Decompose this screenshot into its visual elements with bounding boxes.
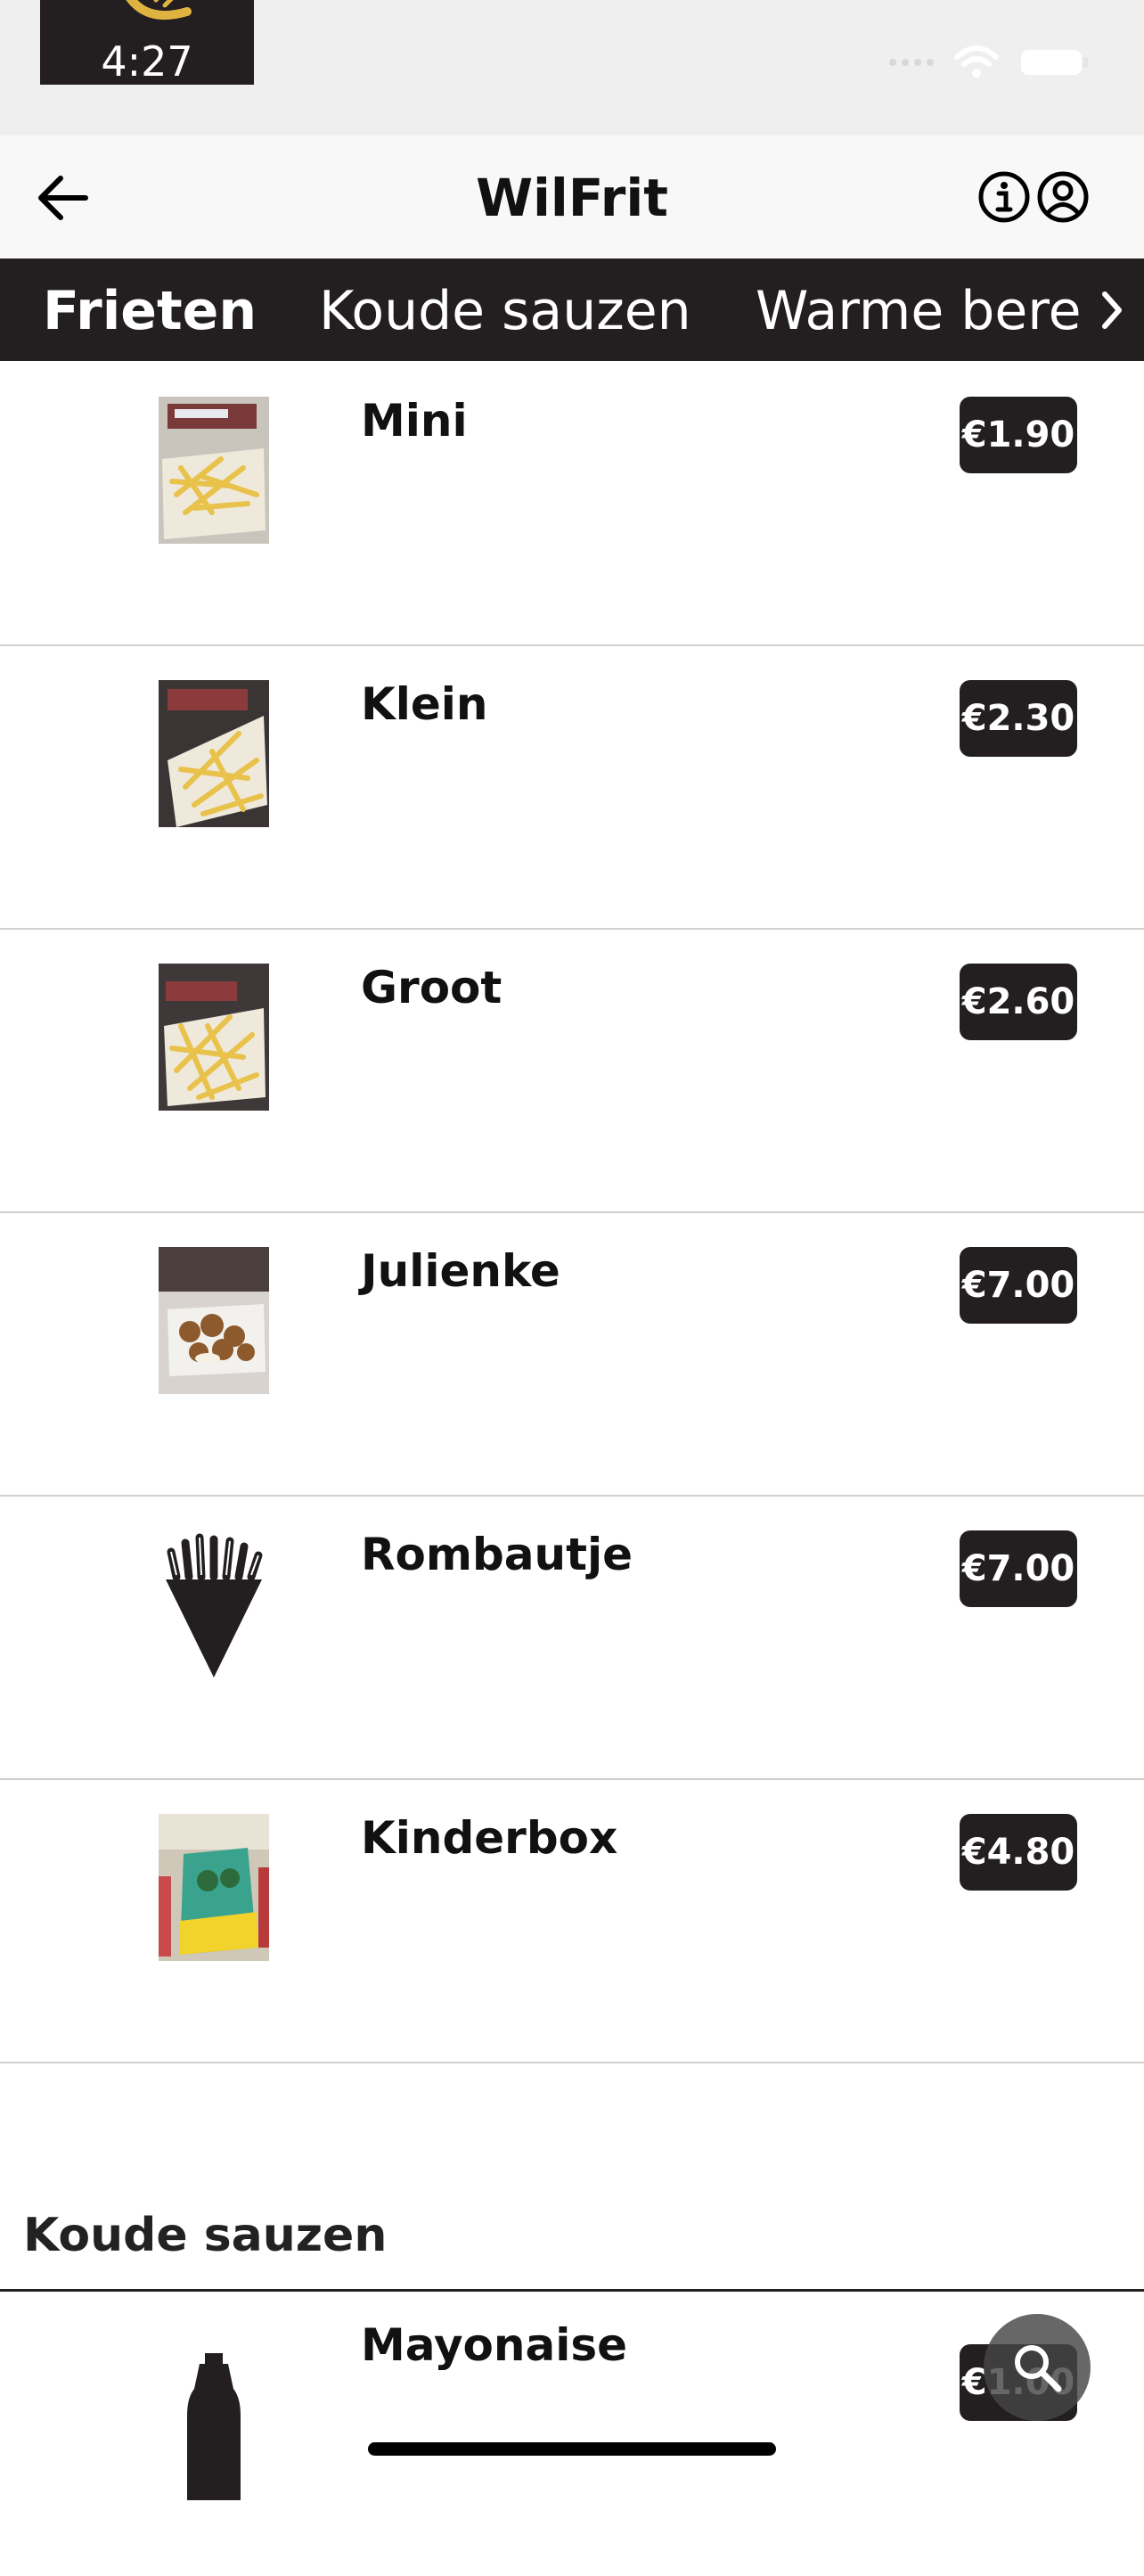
- price-badge[interactable]: €2.30: [960, 680, 1077, 757]
- home-indicator: [368, 2442, 776, 2456]
- product-image: [159, 397, 269, 544]
- brand-logo-icon: [126, 0, 192, 21]
- product-name: Kinderbox: [361, 1812, 618, 1864]
- product-row[interactable]: Klein €2.30: [0, 644, 1144, 930]
- app-header: WilFrit: [0, 135, 1144, 258]
- tab-koude-sauzen[interactable]: Koude sauzen: [319, 280, 691, 342]
- account-icon[interactable]: [1035, 169, 1091, 225]
- product-name: Mayonaise: [361, 2319, 628, 2371]
- price-badge[interactable]: €7.00: [960, 1530, 1077, 1607]
- fries-cone-icon: [159, 1530, 269, 1678]
- product-name: Julienke: [361, 1245, 560, 1297]
- product-row[interactable]: Groot €2.60: [0, 928, 1144, 1213]
- product-name: Groot: [361, 962, 503, 1013]
- product-name: Mini: [361, 395, 468, 447]
- page-title: WilFrit: [476, 168, 668, 228]
- product-image: [159, 1814, 269, 1961]
- product-name: Klein: [361, 678, 488, 730]
- signal-icon: [889, 59, 934, 66]
- wifi-icon: [954, 45, 999, 78]
- section-heading-koude-sauzen: Koude sauzen: [23, 2209, 388, 2262]
- info-icon[interactable]: [976, 169, 1032, 225]
- chevron-right-icon[interactable]: [1089, 282, 1135, 339]
- status-time: 4:27: [101, 37, 193, 85]
- price-badge[interactable]: €7.00: [960, 1247, 1077, 1324]
- price-badge[interactable]: €4.80: [960, 1814, 1077, 1891]
- product-row[interactable]: Kinderbox €4.80: [0, 1778, 1144, 2063]
- battery-icon: [1021, 50, 1088, 75]
- product-image: [159, 680, 269, 827]
- product-row[interactable]: Mini €1.90: [0, 361, 1144, 646]
- tab-warme-bere[interactable]: Warme bere: [756, 280, 1082, 342]
- price-badge[interactable]: €2.60: [960, 964, 1077, 1040]
- category-tab-bar: Frieten Koude sauzen Warme bere: [0, 258, 1144, 361]
- sauce-bottle-icon: [159, 2353, 269, 2500]
- product-image: [159, 964, 269, 1111]
- search-icon: [1015, 2345, 1062, 2392]
- status-icons: [889, 45, 1091, 80]
- search-button[interactable]: [984, 2314, 1091, 2421]
- product-row[interactable]: Mayonaise €1.00: [0, 2293, 1144, 2576]
- status-time-box: 4:27: [40, 0, 254, 85]
- price-badge[interactable]: €1.90: [960, 397, 1077, 473]
- tab-frieten[interactable]: Frieten: [43, 280, 257, 342]
- product-row[interactable]: Julienke €7.00: [0, 1211, 1144, 1497]
- product-image: [159, 1247, 269, 1394]
- section-divider: [0, 2289, 1144, 2292]
- status-bar: 4:27: [0, 0, 1144, 135]
- product-name: Rombautje: [361, 1529, 633, 1580]
- product-row[interactable]: Rombautje €7.00: [0, 1495, 1144, 1780]
